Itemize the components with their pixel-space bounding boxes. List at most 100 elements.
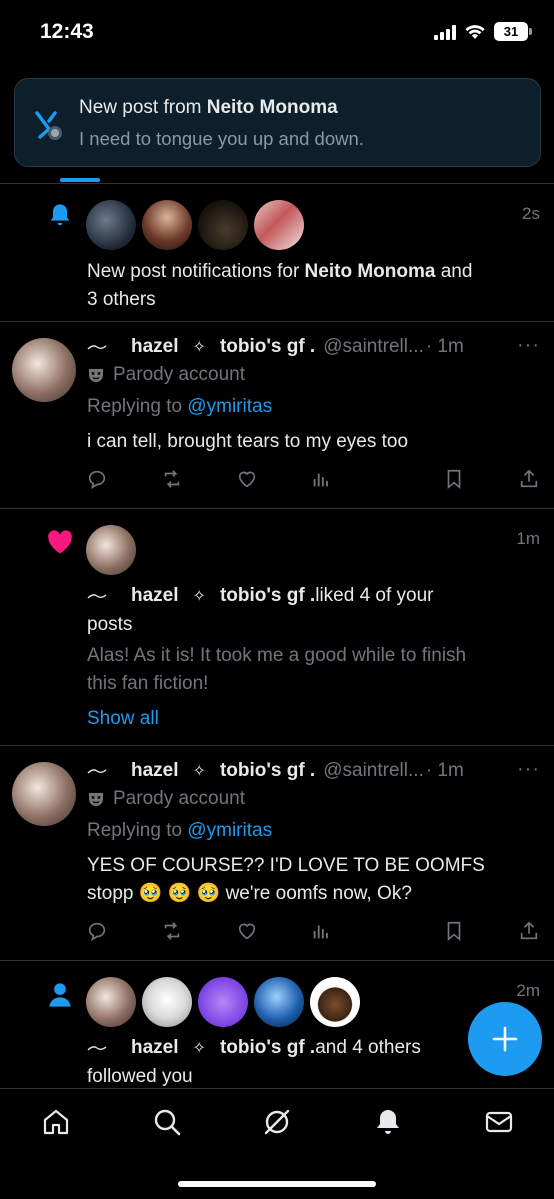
new-post-toast[interactable]: New post from Neito Monoma I need to ton… [14, 78, 541, 167]
author-name[interactable]: hazel [131, 585, 179, 607]
timestamp: 2m [516, 981, 540, 1000]
author-handle: @saintrell... [323, 760, 424, 781]
timestamp: · 1m [425, 760, 464, 781]
reply-icon[interactable] [86, 468, 108, 490]
timestamp: 1m [516, 529, 540, 548]
repost-icon[interactable] [161, 920, 183, 942]
avatar[interactable] [254, 977, 304, 1027]
avatar[interactable] [310, 977, 360, 1027]
avatar[interactable] [12, 338, 76, 402]
bell-icon [50, 204, 70, 226]
author-line[interactable]: hazel ✧ tobio's gf . @saintrell... · 1m [87, 760, 464, 782]
avatar[interactable] [198, 977, 248, 1027]
messages-icon[interactable] [484, 1107, 514, 1137]
author-line[interactable]: hazel ✧ tobio's gf . @saintrell... · 1m [87, 336, 464, 358]
status-icons: 31 [434, 22, 532, 41]
avatar-row [86, 977, 360, 1027]
avatar[interactable] [86, 200, 136, 250]
action-bar [86, 468, 540, 490]
avatar[interactable] [198, 200, 248, 250]
home-icon[interactable] [41, 1107, 71, 1137]
sparkle-icon: ✧ [192, 1040, 206, 1057]
preview-line2: this fan fiction! [87, 673, 209, 694]
heart-icon [48, 530, 72, 554]
bookmark-icon[interactable] [443, 920, 465, 942]
avatar[interactable] [254, 200, 304, 250]
signal-icon [434, 24, 456, 40]
tab-indicator [60, 178, 100, 182]
action-bar [86, 920, 540, 942]
replying-prefix: Replying to [87, 820, 188, 841]
author-name-2: tobio's gf . [219, 760, 316, 781]
author-name-2: tobio's gf . [219, 336, 316, 357]
author-name: hazel [131, 760, 179, 781]
wifi-icon [465, 24, 485, 39]
sparkle-icon: ✧ [192, 588, 206, 605]
like-text: hazel ✧ tobio's gf . liked 4 of your [87, 585, 434, 607]
like-icon[interactable] [236, 920, 258, 942]
like-action: liked 4 of your [315, 585, 434, 606]
notification-text: New post notifications for Neito Monoma … [87, 258, 537, 314]
notification-reply[interactable]: hazel ✧ tobio's gf . @saintrell... · 1m … [0, 322, 554, 508]
parody-label: Parody account [87, 788, 245, 810]
text-prefix: New post notifications for [87, 261, 305, 282]
more-icon[interactable]: ··· [517, 334, 540, 357]
avatar[interactable] [86, 525, 136, 575]
preview-line1: Alas! As it is! It took me a good while … [87, 645, 467, 666]
sparkle-icon: ✧ [192, 763, 206, 780]
avatar[interactable] [142, 977, 192, 1027]
views-icon[interactable] [310, 920, 332, 942]
more-icon[interactable]: ··· [517, 758, 540, 781]
reply-icon[interactable] [86, 920, 108, 942]
notifications-icon[interactable] [373, 1107, 403, 1137]
search-icon[interactable] [152, 1107, 182, 1137]
author-name: hazel [131, 336, 179, 357]
status-bar: 12:43 31 [0, 0, 554, 66]
toast-title-prefix: New post from [79, 97, 207, 118]
replying-to: Replying to @ymiritas [87, 817, 272, 845]
author-name[interactable]: hazel [131, 1037, 179, 1059]
battery-indicator: 31 [494, 22, 532, 41]
repost-icon[interactable] [161, 468, 183, 490]
views-icon[interactable] [310, 468, 332, 490]
text-line2: 3 others [87, 289, 156, 310]
author-name-2[interactable]: tobio's gf . [220, 1037, 315, 1059]
show-all-link[interactable]: Show all [87, 705, 159, 733]
parody-label: Parody account [87, 364, 245, 386]
home-indicator [178, 1181, 376, 1187]
avatar[interactable] [142, 200, 192, 250]
notification-new-post[interactable]: 2s New post notifications for Neito Mono… [0, 184, 554, 321]
bookmark-icon[interactable] [443, 468, 465, 490]
replying-to: Replying to @ymiritas [87, 393, 272, 421]
compose-button[interactable] [468, 1002, 542, 1076]
share-icon[interactable] [518, 920, 540, 942]
toast-title-name: Neito Monoma [206, 97, 338, 118]
tilde-icon [87, 345, 107, 350]
like-icon[interactable] [236, 468, 258, 490]
author-name-2[interactable]: tobio's gf . [220, 585, 315, 607]
sparkle-icon: ✧ [192, 339, 206, 356]
follow-action: and 4 others [315, 1037, 421, 1058]
replying-handle[interactable]: @ymiritas [187, 396, 272, 417]
status-time: 12:43 [40, 20, 94, 43]
notification-like[interactable]: 1m hazel ✧ tobio's gf . liked 4 of your … [0, 509, 554, 745]
post-preview: Alas! As it is! It took me a good while … [87, 642, 537, 698]
follow-action-line2: followed you [87, 1066, 193, 1087]
like-action-line2: posts [87, 614, 133, 635]
tilde-icon [87, 1046, 107, 1051]
author-handle: @saintrell... [323, 336, 424, 357]
avatar[interactable] [12, 762, 76, 826]
avatar[interactable] [86, 977, 136, 1027]
timestamp: · 1m [425, 336, 464, 357]
toast-body: I need to tongue you up and down. [79, 128, 364, 149]
grok-icon[interactable] [262, 1107, 292, 1137]
reply-body: YES OF COURSE?? I'D LOVE TO BE OOMFS sto… [87, 852, 537, 908]
text-name: Neito Monoma [304, 261, 436, 282]
notification-reply[interactable]: hazel ✧ tobio's gf . @saintrell... · 1m … [0, 746, 554, 960]
share-icon[interactable] [518, 468, 540, 490]
follow-text: hazel ✧ tobio's gf . and 4 others [87, 1037, 421, 1059]
timestamp: 2s [522, 204, 540, 223]
replying-handle[interactable]: @ymiritas [187, 820, 272, 841]
mask-icon [89, 793, 103, 806]
avatar-row [86, 200, 304, 250]
